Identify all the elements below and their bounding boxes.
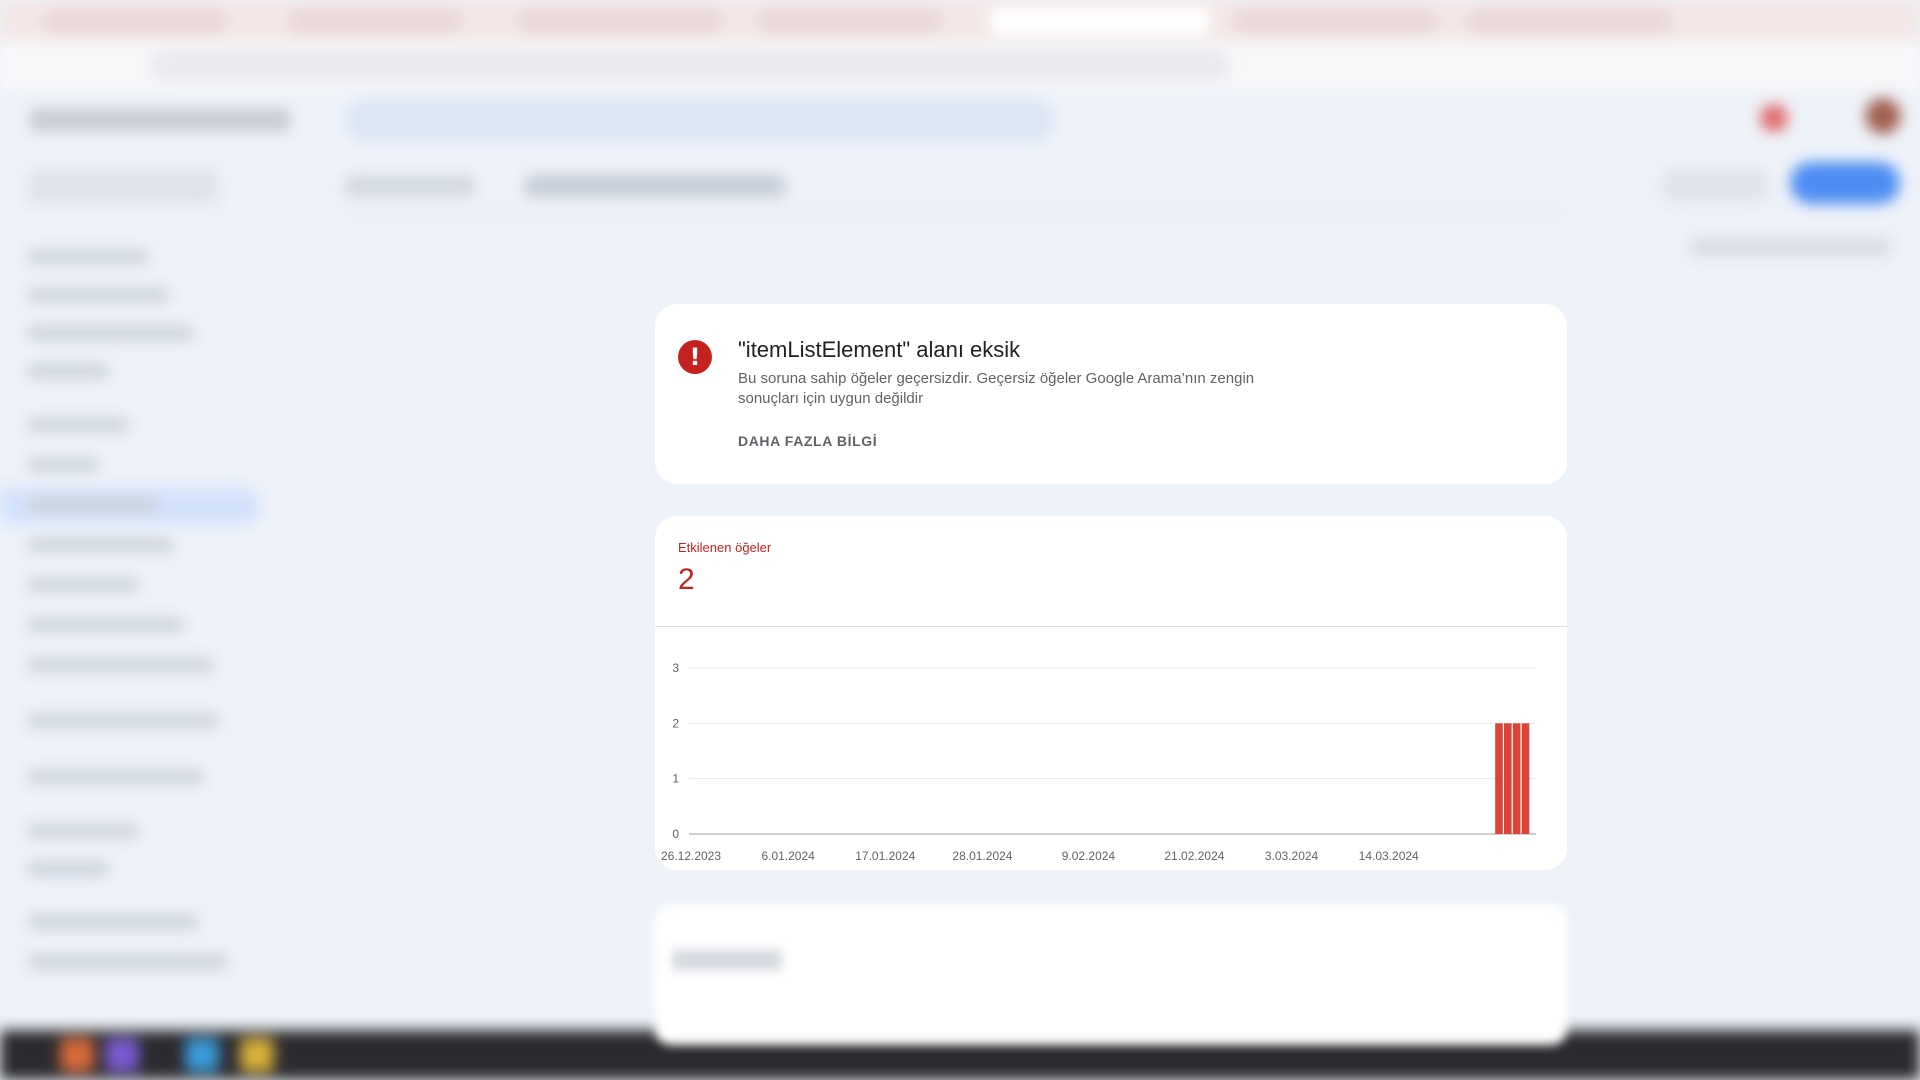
examples-card-title	[672, 950, 782, 970]
sidebar-section-label	[28, 418, 128, 432]
browser-tab-strip	[0, 0, 1920, 40]
sidebar-item[interactable]	[28, 326, 193, 340]
breadcrumb[interactable]	[345, 175, 475, 197]
y-tick-label: 0	[672, 827, 679, 841]
validate-button[interactable]	[1790, 162, 1900, 204]
export-button[interactable]	[1660, 168, 1770, 202]
x-tick-label: 6.01.2024	[761, 849, 815, 863]
sidebar-item[interactable]	[28, 824, 138, 838]
issue-title: "itemListElement" alanı eksik	[738, 337, 1021, 362]
chart-bar	[1512, 723, 1521, 834]
affected-items-label: Etkilenen öğeler	[678, 540, 772, 555]
x-tick-label: 28.01.2024	[952, 849, 1012, 863]
error-icon: !	[678, 340, 712, 374]
sidebar-item[interactable]	[28, 538, 173, 552]
y-tick-label: 3	[672, 661, 679, 675]
x-tick-label: 26.12.2023	[661, 849, 721, 863]
sidebar-section-label	[28, 714, 218, 728]
x-tick-label: 3.03.2024	[1265, 849, 1319, 863]
address-bar[interactable]	[150, 50, 1230, 80]
y-tick-label: 1	[672, 772, 679, 786]
x-tick-label: 9.02.2024	[1062, 849, 1116, 863]
examples-card	[655, 905, 1567, 1045]
browser-tab[interactable]	[45, 8, 225, 34]
sidebar-item[interactable]	[28, 658, 213, 672]
chart-bar	[1504, 723, 1512, 834]
sidebar-item[interactable]	[28, 288, 168, 302]
sidebar-section-label	[28, 770, 203, 784]
header-link[interactable]	[1690, 238, 1890, 256]
sidebar-item[interactable]	[28, 618, 183, 632]
sidebar-item[interactable]	[28, 915, 198, 929]
x-tick-label: 21.02.2024	[1164, 849, 1224, 863]
taskbar-app-icon[interactable]	[185, 1038, 219, 1072]
issue-description: Bu soruna sahip öğeler geçersizdir. Geçe…	[738, 370, 1255, 407]
browser-tab[interactable]	[520, 8, 720, 34]
sidebar-item[interactable]	[28, 955, 228, 969]
page-title	[525, 175, 785, 197]
search-input[interactable]	[345, 98, 1055, 142]
x-tick-label: 14.03.2024	[1359, 849, 1419, 863]
browser-tab[interactable]	[290, 8, 460, 34]
issue-card: ! "itemListElement" alanı eksik Bu sorun…	[655, 304, 1567, 484]
notification-icon[interactable]	[1760, 104, 1788, 132]
browser-tab[interactable]	[1235, 8, 1435, 34]
sidebar-item[interactable]	[28, 862, 108, 876]
app-logo[interactable]	[30, 108, 290, 132]
avatar[interactable]	[1865, 98, 1901, 134]
chart-bar	[1495, 723, 1503, 834]
learn-more-link[interactable]: DAHA FAZLA BİLGİ	[738, 433, 877, 449]
sidebar-item[interactable]	[28, 578, 138, 592]
browser-tab[interactable]	[760, 8, 940, 34]
property-selector[interactable]	[28, 168, 218, 204]
taskbar-app-icon[interactable]	[60, 1038, 94, 1072]
taskbar-app-icon[interactable]	[240, 1038, 274, 1072]
affected-items-count: 2	[678, 563, 695, 596]
sidebar-section-label	[28, 250, 148, 264]
chart-bar	[1521, 723, 1530, 834]
browser-tab-active[interactable]	[990, 8, 1210, 34]
sidebar-item[interactable]	[28, 458, 98, 472]
header-divider	[345, 212, 1565, 213]
browser-tab[interactable]	[1470, 8, 1670, 34]
affected-items-card: Etkilenen öğeler 2 0 1 2 3 26.12.2023 6.01.20…	[655, 516, 1567, 870]
taskbar-app-icon[interactable]	[105, 1038, 139, 1072]
y-tick-label: 2	[672, 716, 679, 730]
sidebar-item[interactable]	[28, 364, 108, 378]
sidebar-item[interactable]	[28, 498, 158, 512]
x-tick-label: 17.01.2024	[855, 849, 915, 863]
affected-items-chart: 0 1 2 3 26.12.2023 6.01.2024 17.01.2024 28.01.2…	[661, 661, 1536, 863]
